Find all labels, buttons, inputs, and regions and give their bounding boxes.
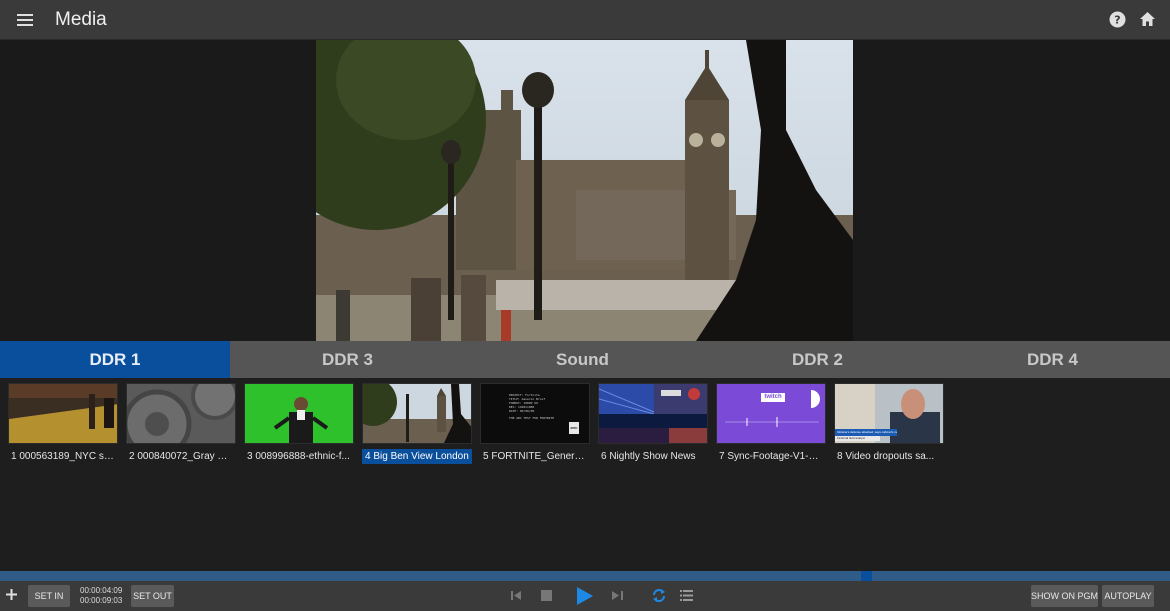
- preview-video[interactable]: [316, 40, 853, 341]
- twitch-logo: twitch: [764, 394, 782, 400]
- stop-icon[interactable]: [541, 590, 552, 601]
- clip-item[interactable]: PROJECT: Fortnite TITLE: General Brief F…: [480, 383, 590, 464]
- clip-item[interactable]: 3 008996888-ethnic-f...: [244, 383, 354, 464]
- clip-thumbnail: PROJECT: Fortnite TITLE: General Brief F…: [480, 383, 590, 444]
- set-out-button[interactable]: SET OUT: [131, 585, 174, 607]
- slate-line: THE ABC TEST FOR FORTNITE: [509, 416, 555, 420]
- app-header: Media ?: [0, 0, 1170, 40]
- clip-thumbnail: [598, 383, 708, 444]
- show-on-pgm-button[interactable]: SHOW ON PGM: [1031, 585, 1098, 607]
- tab-ddr-1[interactable]: DDR 1: [0, 341, 230, 378]
- playback-progress-bar[interactable]: [0, 571, 1170, 581]
- home-icon[interactable]: [1138, 10, 1156, 28]
- hamburger-menu-icon[interactable]: [13, 8, 37, 32]
- set-in-button[interactable]: SET IN: [28, 585, 70, 607]
- big-ben-preview-image: [316, 40, 853, 341]
- clip-label: 4 Big Ben View London: [362, 449, 472, 464]
- clip-label: 8 Video dropouts sa...: [837, 451, 935, 462]
- clip-thumbnail: [362, 383, 472, 444]
- clip-thumbnail: twitch: [716, 383, 826, 444]
- tab-ddr-4[interactable]: DDR 4: [935, 341, 1170, 378]
- page-title: Media: [55, 8, 107, 30]
- clip-thumbnail: [244, 383, 354, 444]
- clip-label: 2 000840072_Gray M...: [129, 451, 235, 462]
- playlist-icon[interactable]: [680, 590, 693, 601]
- transport-bar: SET IN 00:00:04:09 00:00:09:03 SET OUT S…: [0, 581, 1170, 611]
- clip-item[interactable]: 1 000563189_NYC su...: [8, 383, 118, 464]
- clip-item[interactable]: 4 Big Ben View London: [362, 383, 472, 464]
- clip-item[interactable]: 6 Nightly Show News: [598, 383, 708, 464]
- loop-icon[interactable]: [652, 588, 666, 603]
- clip-label: 7 Sync-Footage-V1-H...: [719, 451, 825, 462]
- news-banner: Ukraine's defense attacked, says cabinet…: [837, 430, 897, 434]
- timecode-out: 00:00:09:03: [80, 596, 123, 605]
- autoplay-button[interactable]: AUTOPLAY: [1102, 585, 1154, 607]
- skip-forward-icon[interactable]: [612, 590, 623, 601]
- news-subbanner: Fictional field analyst: [837, 436, 865, 440]
- preview-area: [0, 40, 1170, 341]
- svg-text:?: ?: [1114, 13, 1120, 26]
- clip-item[interactable]: 2 000840072_Gray M...: [126, 383, 236, 464]
- play-icon[interactable]: [577, 587, 593, 605]
- slate-line: DATE: 00/00/00: [509, 409, 535, 413]
- clip-label: 3 008996888-ethnic-f...: [247, 451, 350, 462]
- clip-item[interactable]: twitch 7 Sync-Footage-V1-H...: [716, 383, 826, 464]
- clip-thumbnail: Ukraine's defense attacked, says cabinet…: [834, 383, 944, 444]
- epic-logo: EPIC: [569, 422, 579, 434]
- clip-thumbnail: [126, 383, 236, 444]
- clip-label: 5 FORTNITE_General_...: [483, 451, 590, 462]
- timecode-display: 00:00:04:09 00:00:09:03: [80, 586, 122, 606]
- add-icon[interactable]: [6, 589, 17, 600]
- clip-label: 6 Nightly Show News: [601, 451, 696, 462]
- timecode-in: 00:00:04:09: [80, 586, 123, 595]
- playhead-marker[interactable]: [861, 571, 872, 581]
- ddr-tabs: DDR 1 DDR 3 Sound DDR 2 DDR 4: [0, 341, 1170, 378]
- tab-ddr-3[interactable]: DDR 3: [230, 341, 465, 378]
- clip-thumbnail: [8, 383, 118, 444]
- clip-list: 1 000563189_NYC su... 2 000840072_Gray M…: [0, 378, 1170, 571]
- clip-label: 1 000563189_NYC su...: [11, 451, 118, 462]
- skip-back-icon[interactable]: [511, 590, 522, 601]
- tab-ddr-2[interactable]: DDR 2: [700, 341, 935, 378]
- tab-sound[interactable]: Sound: [465, 341, 700, 378]
- clip-item[interactable]: Ukraine's defense attacked, says cabinet…: [834, 383, 944, 464]
- help-icon[interactable]: ?: [1108, 10, 1126, 28]
